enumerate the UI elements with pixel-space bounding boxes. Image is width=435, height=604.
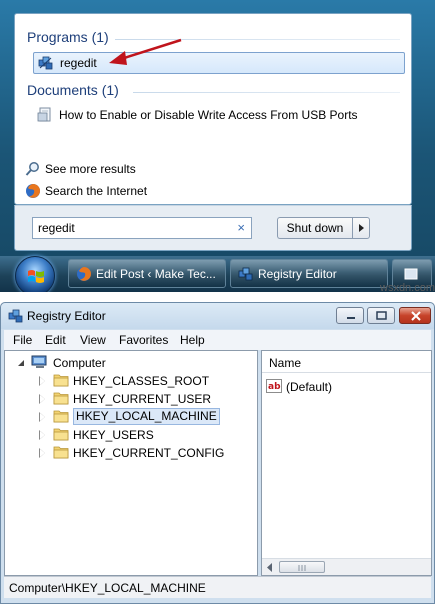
- tree-node-hkey-users[interactable]: HKEY_USERS: [39, 426, 249, 444]
- window-title-bar[interactable]: Registry Editor: [1, 303, 434, 329]
- menu-edit[interactable]: Edit: [45, 333, 66, 347]
- minimize-button[interactable]: [336, 307, 364, 324]
- taskbar: Edit Post ‹ Make Tec... Registry Editor: [0, 256, 435, 292]
- start-orb-button[interactable]: [15, 256, 55, 292]
- computer-icon: [31, 355, 47, 368]
- folder-icon: [53, 428, 69, 441]
- tree-expand-fill: [40, 449, 45, 457]
- tree-node-hkey-current-user[interactable]: HKEY_CURRENT_USER: [39, 390, 249, 408]
- shut-down-options-arrow-icon[interactable]: [352, 217, 370, 239]
- documents-heading[interactable]: Documents (1): [27, 82, 119, 98]
- start-menu-screenshot: Programs (1) regedit Documents (1) How t…: [0, 0, 435, 292]
- value-name: (Default): [286, 380, 333, 394]
- document-result[interactable]: How to Enable or Disable Write Access Fr…: [33, 105, 405, 125]
- tree-label: HKEY_USERS: [73, 428, 154, 442]
- shut-down-button[interactable]: Shut down: [277, 217, 352, 239]
- tree-node-computer[interactable]: Computer: [17, 354, 217, 372]
- clear-search-icon[interactable]: ×: [237, 220, 245, 235]
- program-result-label: regedit: [60, 56, 97, 70]
- window-title: Registry Editor: [27, 309, 106, 323]
- taskbar-button-label: Registry Editor: [258, 267, 337, 281]
- horizontal-scrollbar[interactable]: [262, 558, 431, 575]
- menu-view[interactable]: View: [80, 333, 106, 347]
- scrollbar-thumb[interactable]: [279, 561, 325, 573]
- tree-label: Computer: [53, 356, 106, 370]
- start-menu-search-results: Programs (1) regedit Documents (1) How t…: [14, 13, 412, 205]
- taskbar-button-label: Edit Post ‹ Make Tec...: [96, 267, 216, 281]
- folder-icon: [53, 410, 69, 423]
- document-result-label: How to Enable or Disable Write Access Fr…: [59, 108, 358, 122]
- tree-node-hkey-local-machine[interactable]: HKEY_LOCAL_MACHINE: [39, 408, 249, 426]
- documents-divider: [133, 92, 400, 93]
- string-value-icon: ab: [266, 379, 282, 393]
- maximize-button[interactable]: [367, 307, 395, 324]
- taskbar-button-edit-post[interactable]: Edit Post ‹ Make Tec...: [68, 259, 226, 288]
- search-internet-label: Search the Internet: [45, 184, 148, 198]
- start-search-input[interactable]: regedit ×: [32, 217, 252, 239]
- firefox-icon: [77, 267, 91, 281]
- folder-icon: [53, 374, 69, 387]
- search-input-value: regedit: [38, 221, 75, 235]
- watermark: wsxdn.com: [380, 282, 435, 294]
- registry-tree-pane[interactable]: Computer HKEY_CLASSES_ROOT HKEY_CURRENT_…: [4, 350, 258, 576]
- folder-icon: [53, 446, 69, 459]
- maximize-icon: [376, 311, 387, 320]
- menu-bar: File Edit View Favorites Help: [4, 330, 431, 350]
- tree-node-hkey-current-config[interactable]: HKEY_CURRENT_CONFIG: [39, 444, 249, 462]
- tree-expand-fill: [40, 377, 45, 385]
- regedit-icon: [38, 56, 53, 70]
- menu-favorites[interactable]: Favorites: [119, 333, 168, 347]
- value-row-default[interactable]: ab (Default): [266, 378, 426, 396]
- menu-help[interactable]: Help: [180, 333, 205, 347]
- close-icon: [411, 311, 421, 321]
- scroll-left-icon[interactable]: [266, 563, 274, 572]
- search-internet-link[interactable]: Search the Internet: [25, 182, 205, 200]
- regedit-icon: [238, 267, 253, 281]
- tree-expand-fill: [40, 413, 45, 421]
- program-result-regedit[interactable]: regedit: [33, 52, 405, 74]
- regedit-icon: [8, 309, 23, 323]
- tree-node-hkey-classes-root[interactable]: HKEY_CLASSES_ROOT: [39, 372, 249, 390]
- programs-heading[interactable]: Programs (1): [27, 29, 109, 45]
- grip-icon: [298, 565, 306, 571]
- document-icon: [37, 107, 51, 122]
- menu-file[interactable]: File: [13, 333, 32, 347]
- taskbar-button-registry-editor[interactable]: Registry Editor: [230, 259, 388, 288]
- column-header-name[interactable]: Name: [269, 356, 301, 370]
- firefox-icon: [26, 184, 40, 198]
- start-search-area: regedit × Shut down: [14, 205, 412, 251]
- registry-editor-window: Registry Editor File Edit View Favorites…: [0, 302, 435, 604]
- registry-values-pane[interactable]: Name ab (Default): [261, 350, 432, 576]
- see-more-results-link[interactable]: See more results: [25, 160, 205, 178]
- values-column-header: Name: [262, 351, 431, 373]
- tree-label: HKEY_CURRENT_USER: [73, 392, 212, 406]
- tree-label: HKEY_CLASSES_ROOT: [73, 374, 210, 388]
- see-more-results-label: See more results: [45, 162, 136, 176]
- tree-expand-fill: [40, 431, 45, 439]
- minimize-icon: [347, 317, 355, 319]
- close-button[interactable]: [399, 307, 431, 324]
- windows-logo-icon: [28, 270, 44, 283]
- status-path: Computer\HKEY_LOCAL_MACHINE: [9, 581, 206, 595]
- folder-icon: [53, 392, 69, 405]
- svg-text:ab: ab: [268, 382, 281, 392]
- status-bar: Computer\HKEY_LOCAL_MACHINE: [4, 576, 431, 598]
- tree-expand-fill: [40, 395, 45, 403]
- tree-collapse-icon[interactable]: [17, 359, 25, 367]
- annotation-arrow-icon: [109, 38, 182, 65]
- magnifier-icon: [25, 162, 39, 176]
- tree-label-selected: HKEY_LOCAL_MACHINE: [73, 408, 220, 425]
- window-icon: [404, 268, 418, 280]
- tree-label: HKEY_CURRENT_CONFIG: [73, 446, 225, 460]
